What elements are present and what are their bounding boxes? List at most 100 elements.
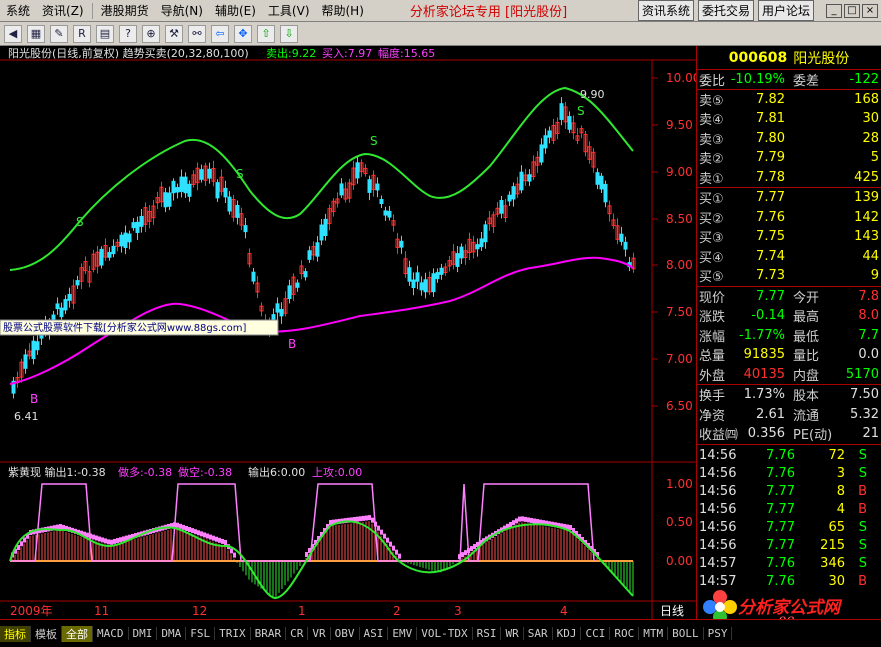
buy-orders: 买① 7.77 139 买② 7.76 142 买③ 7.75 143 买④ 7.74 44 买…	[697, 188, 881, 287]
order-row[interactable]: 卖⑤ 7.82 168	[697, 90, 881, 110]
tab-mtm[interactable]: MTM	[639, 627, 669, 640]
order-label: 买②	[699, 211, 724, 227]
histogram-cap	[521, 516, 524, 522]
kline-chart-area[interactable]: 阳光股份(日线,前复权) 趋势买卖(20,32,80,100) 卖出:9.22 …	[0, 46, 696, 619]
sell-signal-marker: S	[76, 215, 84, 229]
candle-body	[415, 272, 420, 282]
stat-value: 40135	[743, 366, 785, 382]
tab-vol-tdx[interactable]: VOL-TDX	[417, 627, 473, 640]
tab-obv[interactable]: OBV	[331, 627, 360, 640]
candle-body	[519, 171, 524, 191]
tab-kdj[interactable]: KDJ	[553, 627, 582, 640]
tab-boll[interactable]: BOLL	[668, 627, 704, 640]
menu-navigate[interactable]: 导航(N)	[155, 2, 209, 19]
tab-all[interactable]: 全部	[62, 625, 93, 642]
tab-emv[interactable]: EMV	[388, 627, 418, 640]
grid-icon[interactable]: ▦	[27, 24, 45, 43]
order-price: 7.80	[756, 130, 785, 146]
help-icon[interactable]: ?	[119, 24, 137, 43]
tab-psy[interactable]: PSY	[704, 627, 733, 640]
histogram-cap	[122, 536, 125, 542]
histogram-cap	[221, 538, 224, 544]
candle-body	[419, 282, 424, 291]
tab-asi[interactable]: ASI	[360, 627, 389, 640]
order-row[interactable]: 买② 7.76 142	[697, 208, 881, 228]
close-button[interactable]: ×	[862, 3, 878, 18]
order-row[interactable]: 买③ 7.75 143	[697, 227, 881, 247]
menu-assist[interactable]: 辅助(E)	[209, 2, 262, 19]
tab-template[interactable]: 模板	[31, 625, 62, 642]
histogram-cap	[95, 535, 98, 541]
menu-bar: 系统 资讯(Z) 港股期货 导航(N) 辅助(E) 工具(V) 帮助(H) 分析…	[0, 0, 881, 22]
news-system-button[interactable]: 资讯系统	[637, 0, 694, 21]
tab-trix[interactable]: TRIX	[215, 627, 251, 640]
tick-price: 7.77	[766, 520, 795, 535]
link-icon[interactable]: ⚯	[188, 24, 206, 43]
stat-row: 现价 7.77 今开 7.8	[697, 287, 881, 307]
zoom-in-icon[interactable]: ⊕	[142, 24, 160, 43]
tab-dma[interactable]: DMA	[157, 627, 187, 640]
rsi-icon[interactable]: R	[73, 24, 91, 43]
order-row[interactable]: 买⑤ 7.73 9	[697, 266, 881, 286]
move-icon[interactable]: ✥	[234, 24, 252, 43]
menu-hk-futures[interactable]: 港股期货	[95, 2, 155, 19]
tab-sar[interactable]: SAR	[524, 627, 553, 640]
maximize-button[interactable]: □	[844, 3, 860, 18]
histogram-cap	[515, 518, 518, 524]
histogram-cap	[107, 539, 110, 545]
tab-rsi[interactable]: RSI	[473, 627, 502, 640]
price-axis-label: 7.00	[666, 352, 693, 366]
tick-price: 7.77	[766, 502, 795, 517]
order-row[interactable]: 买④ 7.74 44	[697, 247, 881, 267]
arrow-down-icon[interactable]: ⇩	[280, 24, 298, 43]
tick-row: 14:56 7.76 3 S	[697, 465, 881, 483]
arrow-up-icon[interactable]: ⇧	[257, 24, 275, 43]
forum-button[interactable]: 用户论坛	[757, 0, 814, 21]
chart-icon[interactable]: ▤	[96, 24, 114, 43]
trade-button[interactable]: 委托交易	[697, 0, 754, 21]
histogram-cap	[110, 539, 113, 545]
arrow-left-icon[interactable]: ⇦	[211, 24, 229, 43]
menu-help[interactable]: 帮助(H)	[316, 2, 370, 19]
order-volume: 44	[862, 248, 879, 264]
order-row[interactable]: 卖④ 7.81 30	[697, 109, 881, 129]
order-row[interactable]: 卖③ 7.80 28	[697, 129, 881, 149]
tick-time: 14:56	[699, 448, 737, 463]
buy-signal-marker: B	[288, 337, 296, 351]
wrench-icon[interactable]: ⚒	[165, 24, 183, 43]
histogram-cap	[398, 553, 401, 559]
stat-value: -1.77%	[739, 327, 785, 343]
candle-body	[307, 250, 312, 260]
weibi-label: 委比	[699, 73, 726, 89]
histogram-cap	[212, 535, 215, 541]
tab-cr[interactable]: CR	[286, 627, 309, 640]
menu-system[interactable]: 系统	[0, 2, 36, 19]
minimize-button[interactable]: _	[826, 3, 842, 18]
order-row[interactable]: 卖① 7.78 425	[697, 168, 881, 188]
histogram-cap	[116, 538, 119, 544]
tab-brar[interactable]: BRAR	[251, 627, 287, 640]
tab-fsl[interactable]: FSL	[186, 627, 216, 640]
tab-indicator[interactable]: 指标	[0, 625, 31, 642]
histogram-cap	[194, 529, 197, 535]
order-row[interactable]: 卖② 7.79 5	[697, 148, 881, 168]
back-icon[interactable]: ◀	[4, 24, 22, 43]
candle-body	[623, 241, 628, 250]
histogram-cap	[527, 517, 530, 523]
kline-chart-svg[interactable]: 阳光股份(日线,前复权) 趋势买卖(20,32,80,100) 卖出:9.22 …	[0, 46, 696, 619]
tab-macd[interactable]: MACD	[93, 627, 129, 640]
pen-icon[interactable]: ✎	[50, 24, 68, 43]
histogram-cap	[356, 516, 359, 522]
menu-news[interactable]: 资讯(Z)	[36, 2, 90, 19]
order-row[interactable]: 买① 7.77 139	[697, 188, 881, 208]
tick-list[interactable]: 14:56 7.76 72 S 14:56 7.76 3 S 14:56 7.77 8 B 14:…	[697, 445, 881, 591]
tab-wr[interactable]: WR	[501, 627, 524, 640]
tab-vr[interactable]: VR	[308, 627, 331, 640]
tab-roc[interactable]: ROC	[610, 627, 640, 640]
histogram-cap	[191, 528, 194, 534]
order-price: 7.81	[756, 111, 785, 127]
tab-cci[interactable]: CCI	[581, 627, 611, 640]
histogram-cap	[509, 522, 512, 527]
tab-dmi[interactable]: DMI	[129, 627, 158, 640]
menu-tools[interactable]: 工具(V)	[262, 2, 316, 19]
